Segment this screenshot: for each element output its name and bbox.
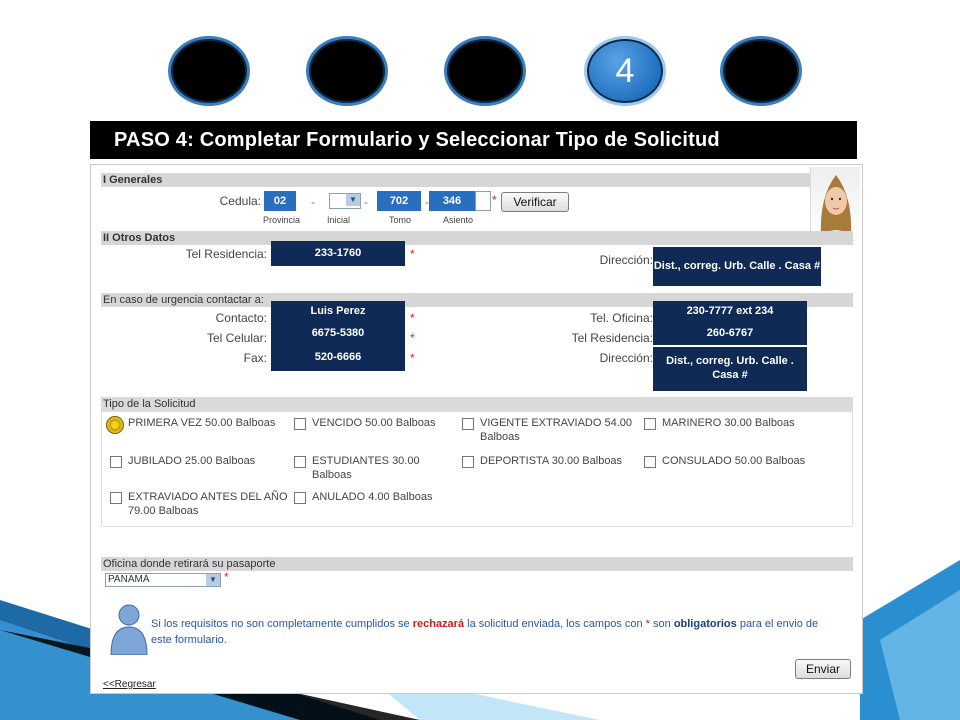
tomo-caption: Tomo [389, 215, 412, 225]
option-deportista-checkbox[interactable] [462, 456, 474, 468]
option-vigente-extraviado-label: VIGENTE EXTRAVIADO 54.00 Balboas [480, 417, 633, 444]
required-asterisk-5: * [410, 351, 415, 365]
section-otros-datos: II Otros Datos [101, 231, 853, 245]
page-title: PASO 4: Completar Formulario y Seleccion… [90, 121, 857, 159]
required-asterisk-6: * [224, 570, 229, 584]
option-extraviado-antes-checkbox[interactable] [110, 492, 122, 504]
asiento-input-tail[interactable] [475, 191, 491, 211]
option-deportista-label: DEPORTISTA 30.00 Balboas [480, 455, 623, 467]
fax-label: Fax: [243, 351, 267, 365]
oficina-selected-value: PANAMÁ [108, 574, 150, 585]
contacto-label: Contacto: [215, 311, 267, 325]
notice-text-3: son [649, 618, 674, 630]
chevron-down-icon[interactable]: ▼ [206, 574, 220, 586]
direccion-label: Dirección: [599, 253, 653, 267]
option-estudiantes-label: ESTUDIANTES 30.00 Balboas [312, 455, 420, 482]
inicial-select[interactable]: ▼ [329, 193, 361, 209]
oficina-select[interactable]: PANAMÁ ▼ [105, 573, 221, 587]
step-3-indicator [444, 36, 526, 106]
option-vencido-label: VENCIDO 50.00 Balboas [312, 417, 436, 429]
direccion-urgencia-input[interactable]: Dist., correg. Urb. Calle . Casa # [653, 347, 807, 391]
notice-text-1: Si los requisitos no son completamente c… [151, 618, 413, 630]
required-asterisk-2: * [410, 247, 415, 261]
option-vencido-checkbox[interactable] [294, 418, 306, 430]
verify-button[interactable]: Verificar [501, 192, 569, 212]
required-asterisk-3: * [410, 311, 415, 325]
notice-text-2: la solicitud enviada, los campos con [464, 618, 646, 630]
required-asterisk-4: * [410, 331, 415, 345]
back-link[interactable]: <<Regresar [103, 679, 156, 690]
tel-oficina-label: Tel. Oficina: [590, 311, 653, 325]
step-5-indicator [720, 36, 802, 106]
requirements-notice: Si los requisitos no son completamente c… [151, 617, 841, 649]
section-oficina: Oficina donde retirará su pasaporte [101, 557, 853, 571]
notice-rechazara: rechazará [412, 618, 465, 630]
tel-residencia-urgencia-label: Tel Residencia: [571, 331, 653, 345]
provincia-input[interactable]: 02 [264, 191, 296, 211]
cedula-dash: - [311, 195, 315, 209]
notice-obligatorios: obligatorios [673, 618, 737, 630]
asiento-input[interactable]: 346 [429, 191, 475, 211]
tel-oficina-input[interactable]: 230-7777 ext 234 [653, 301, 807, 323]
step-1-indicator [168, 36, 250, 106]
cedula-label: Cedula: [219, 194, 261, 208]
option-extraviado-antes-label: EXTRAVIADO ANTES DEL AÑO 79.00 Balboas [128, 491, 288, 518]
tel-celular-input[interactable]: 6675-5380 [271, 323, 405, 345]
option-estudiantes-checkbox[interactable] [294, 456, 306, 468]
chevron-down-icon[interactable]: ▼ [346, 194, 360, 206]
tel-celular-label: Tel Celular: [206, 331, 267, 345]
option-jubilado-label: JUBILADO 25.00 Balboas [128, 455, 256, 467]
tipo-solicitud-grid: PRIMERA VEZ 50.00 Balboas VENCIDO 50.00 … [101, 411, 853, 527]
contacto-input[interactable]: Luis Perez [271, 301, 405, 323]
option-anulado-label: ANULADO 4.00 Balboas [312, 491, 433, 503]
option-anulado-checkbox[interactable] [294, 492, 306, 504]
option-consulado-checkbox[interactable] [644, 456, 656, 468]
user-icon [110, 604, 148, 655]
step-2-indicator [306, 36, 388, 106]
option-primera-vez-radio[interactable] [106, 416, 124, 434]
step-4-indicator: 4 [584, 36, 666, 106]
asiento-caption: Asiento [443, 215, 474, 225]
inicial-caption: Inicial [327, 215, 351, 225]
option-jubilado-checkbox[interactable] [110, 456, 122, 468]
required-asterisk: * [492, 193, 497, 207]
option-marinero-checkbox[interactable] [644, 418, 656, 430]
send-button[interactable]: Enviar [795, 659, 851, 679]
provincia-caption: Provincia [263, 215, 301, 225]
tel-residencia-label: Tel Residencia: [185, 247, 267, 261]
option-primera-vez-label: PRIMERA VEZ 50.00 Balboas [128, 417, 276, 429]
direccion-urgencia-label: Dirección: [599, 351, 653, 365]
option-consulado-label: CONSULADO 50.00 Balboas [662, 455, 806, 467]
tel-residencia-input[interactable]: 233-1760 [271, 241, 405, 266]
option-vigente-extraviado-checkbox[interactable] [462, 418, 474, 430]
tomo-input[interactable]: 702 [377, 191, 421, 211]
passport-form: I Generales Cedula: 02 - ▼ - 702 - 346 *… [90, 164, 863, 694]
section-tipo-solicitud: Tipo de la Solicitud [101, 397, 853, 411]
section-generales: I Generales [101, 173, 853, 187]
direccion-input[interactable]: Dist., correg. Urb. Calle . Casa # [653, 247, 821, 286]
option-marinero-label: MARINERO 30.00 Balboas [662, 417, 795, 429]
tel-residencia-urgencia-input[interactable]: 260-6767 [653, 323, 807, 345]
fax-input[interactable]: 520-6666 [271, 345, 405, 371]
cedula-dash-2: - [364, 195, 368, 209]
applicant-photo [810, 167, 860, 241]
